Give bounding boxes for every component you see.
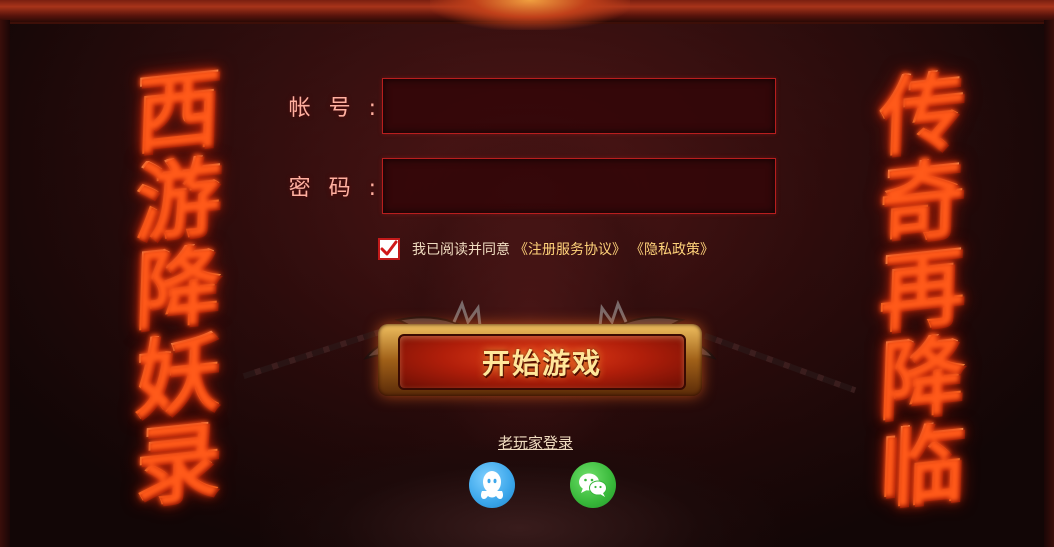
left-border: [0, 20, 10, 547]
wechat-login-button[interactable]: [570, 462, 616, 508]
terms-link[interactable]: 《注册服务协议》: [514, 239, 626, 259]
password-label: 密码:: [286, 170, 382, 202]
account-input[interactable]: [382, 78, 776, 134]
password-label-colon: :: [368, 176, 376, 201]
start-game-label: 开始游戏: [481, 347, 602, 380]
account-label: 帐号:: [286, 90, 382, 122]
password-row: 密码:: [286, 158, 776, 214]
account-label-text: 帐号: [288, 96, 369, 121]
account-row: 帐号:: [286, 78, 776, 134]
wechat-icon: [579, 473, 607, 497]
agreement-checkbox[interactable]: [378, 238, 400, 260]
right-title-char: 临: [877, 411, 967, 522]
login-screen: 西 游 降 妖 录 传 奇 再 降 临 帐号: 密码: 我已阅读并同意 《注册服…: [0, 0, 1054, 547]
agreement-text: 我已阅读并同意: [412, 242, 510, 258]
password-input[interactable]: [382, 158, 776, 214]
right-title: 传 奇 再 降 临: [862, 59, 982, 522]
qq-icon: [480, 471, 504, 499]
privacy-link[interactable]: 《隐私政策》: [630, 239, 714, 259]
account-label-colon: :: [368, 96, 376, 121]
top-ornament: [430, 0, 630, 30]
old-player-login-link[interactable]: 老玩家登录: [498, 432, 573, 453]
left-title: 西 游 降 妖 录: [118, 57, 238, 520]
start-game-button[interactable]: 开始游戏: [398, 334, 686, 390]
qq-login-button[interactable]: [469, 462, 515, 508]
right-border: [1044, 20, 1054, 547]
left-title-char: 录: [133, 409, 223, 520]
password-label-text: 密码: [288, 176, 369, 201]
background-rocks: [260, 440, 780, 547]
start-button-ornament: 开始游戏: [330, 288, 750, 418]
agreement-row: 我已阅读并同意 《注册服务协议》 《隐私政策》: [378, 238, 714, 260]
checkmark-icon: [380, 240, 398, 256]
